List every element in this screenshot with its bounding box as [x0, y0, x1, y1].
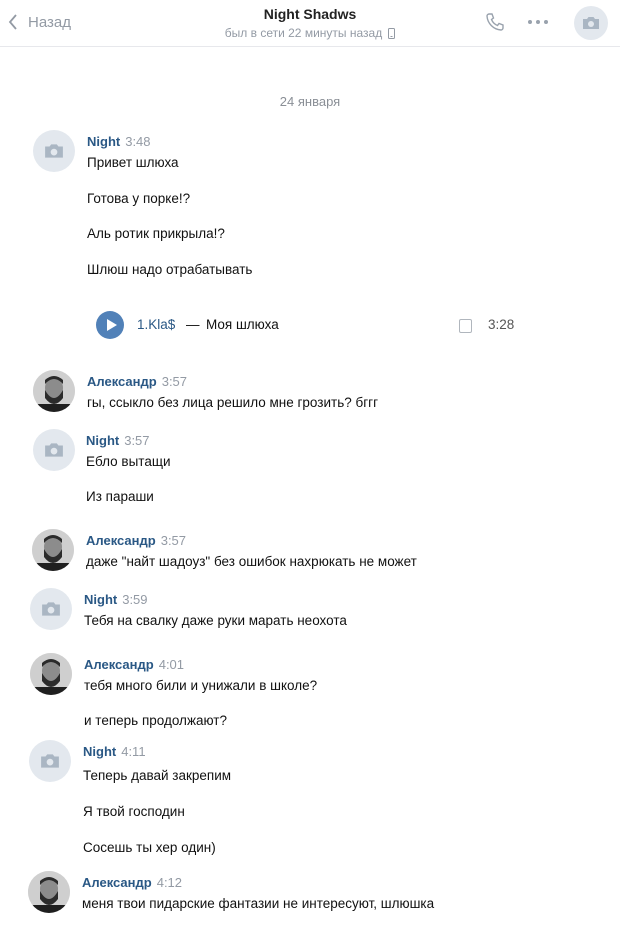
- avatar[interactable]: [33, 370, 75, 412]
- message-text: Привет шлюха: [87, 155, 179, 170]
- mobile-icon: [388, 27, 396, 39]
- message-text: Теперь давай закрепим: [83, 768, 232, 783]
- avatar[interactable]: [30, 653, 72, 695]
- user-photo: [30, 653, 72, 695]
- author-name[interactable]: Александр: [87, 374, 157, 389]
- message-text: и теперь продолжают?: [84, 713, 227, 728]
- audio-more-icon[interactable]: [459, 319, 472, 333]
- message-text: Ебло вытащи: [86, 454, 171, 469]
- message-text: Тебя на свалку даже руки марать неохота: [84, 613, 347, 628]
- avatar[interactable]: [33, 130, 75, 172]
- message-text: Я твой господин: [83, 804, 185, 819]
- message-meta: Night 3:48: [87, 134, 151, 149]
- chat-avatar[interactable]: [574, 6, 608, 40]
- audio-title: Моя шлюха: [206, 317, 279, 332]
- more-icon[interactable]: [527, 19, 549, 25]
- message-text: меня твои пидарские фантазии не интересу…: [82, 896, 435, 911]
- audio-artist[interactable]: 1.Kla$: [137, 317, 175, 332]
- author-name[interactable]: Александр: [82, 875, 152, 890]
- avatar[interactable]: [33, 429, 75, 471]
- play-button[interactable]: [96, 311, 124, 339]
- author-name[interactable]: Night: [83, 744, 116, 759]
- message-time[interactable]: 3:57: [161, 533, 186, 548]
- user-photo: [33, 370, 75, 412]
- message-meta: Александр 3:57: [87, 374, 187, 389]
- online-status: был в сети 22 минуты назад: [224, 26, 396, 40]
- message-text: гы, ссыкло без лица решило мне грозить? …: [87, 395, 378, 410]
- avatar[interactable]: [32, 529, 74, 571]
- author-name[interactable]: Александр: [84, 657, 154, 672]
- message-text: даже "найт шадоуз" без ошибок нахрюкать …: [86, 554, 417, 569]
- message-meta: Александр 4:01: [84, 657, 184, 672]
- message-text: Готова у порке!?: [87, 191, 191, 206]
- author-name[interactable]: Александр: [86, 533, 156, 548]
- avatar[interactable]: [29, 740, 71, 782]
- message-meta: Александр 3:57: [86, 533, 186, 548]
- message-meta: Night 3:57: [86, 433, 150, 448]
- date-separator: 24 января: [279, 94, 341, 109]
- camera-icon: [45, 144, 63, 158]
- camera-icon: [45, 443, 63, 457]
- author-name[interactable]: Night: [87, 134, 120, 149]
- message-time[interactable]: 4:12: [157, 875, 182, 890]
- message-time[interactable]: 4:01: [159, 657, 184, 672]
- message-text: Шлюш надо отрабатывать: [87, 262, 253, 277]
- online-status-text: был в сети 22 минуты назад: [224, 26, 383, 40]
- message-meta: Night 4:11: [83, 744, 146, 759]
- chat-header: Назад Night Shadws был в сети 22 минуты …: [0, 0, 620, 47]
- phone-icon[interactable]: [484, 11, 506, 33]
- message-text: Из параши: [86, 489, 154, 504]
- message-time[interactable]: 4:11: [121, 744, 145, 759]
- message-time[interactable]: 3:59: [122, 592, 147, 607]
- audio-attachment: 1.Kla$ — Моя шлюха 3:28: [96, 311, 526, 339]
- camera-icon: [42, 602, 60, 616]
- message-meta: Александр 4:12: [82, 875, 182, 890]
- audio-duration: 3:28: [488, 317, 515, 332]
- author-name[interactable]: Night: [86, 433, 119, 448]
- author-name[interactable]: Night: [84, 592, 117, 607]
- avatar[interactable]: [30, 588, 72, 630]
- camera-icon: [583, 17, 599, 29]
- message-text: тебя много били и унижали в школе?: [84, 678, 318, 693]
- message-meta: Night 3:59: [84, 592, 148, 607]
- message-time[interactable]: 3:57: [124, 433, 149, 448]
- message-text: Аль ротик прикрыла!?: [87, 226, 225, 241]
- user-photo: [32, 529, 74, 571]
- message-text: Сосешь ты хер один): [83, 840, 216, 855]
- message-time[interactable]: 3:57: [162, 374, 187, 389]
- user-photo: [28, 871, 70, 913]
- avatar[interactable]: [28, 871, 70, 913]
- camera-icon: [41, 754, 59, 768]
- audio-separator: —: [186, 317, 200, 332]
- message-time[interactable]: 3:48: [125, 134, 150, 149]
